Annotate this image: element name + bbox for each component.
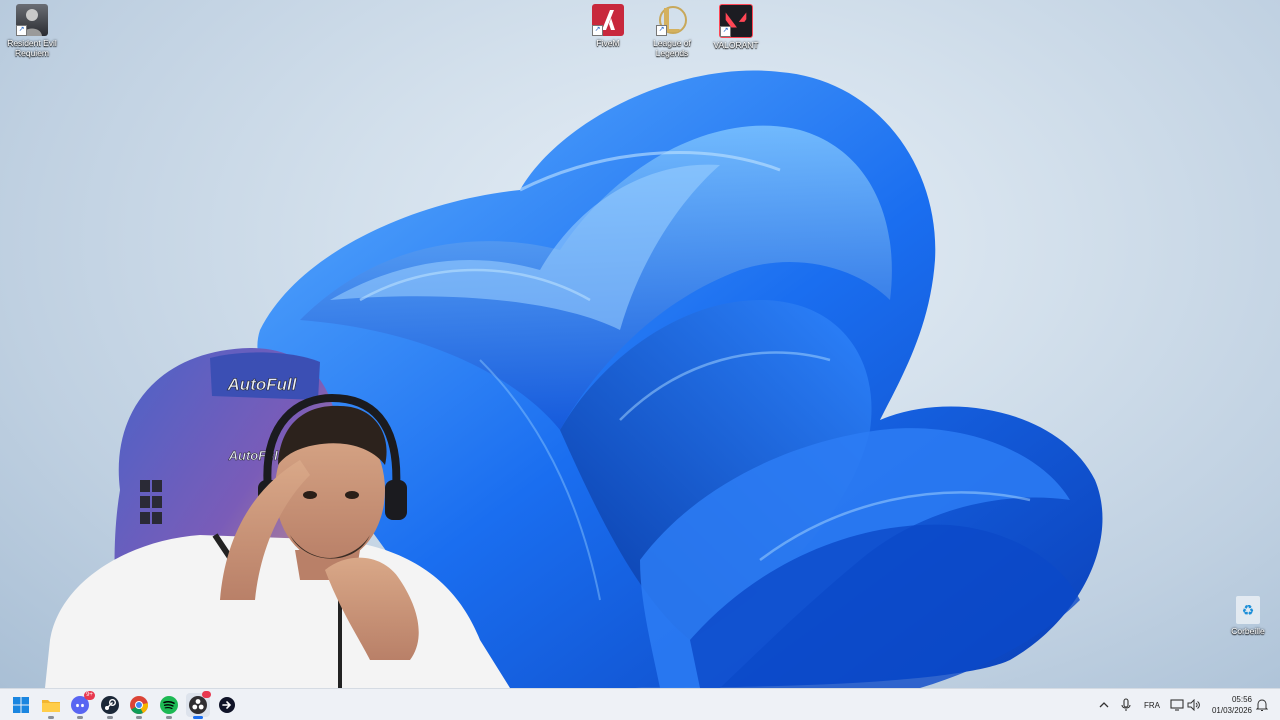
taskbar-spotify[interactable]	[157, 693, 181, 719]
tray-network[interactable]	[1170, 689, 1184, 720]
tray-overflow-button[interactable]	[1098, 689, 1110, 720]
taskbar-discord[interactable]: 9+	[68, 691, 95, 719]
clock-time: 05:56	[1231, 695, 1252, 704]
volume-icon	[1187, 699, 1200, 711]
desktop-icon-valorant[interactable]: ↗ VALORANT	[704, 4, 768, 50]
tray-language[interactable]: FRA	[1144, 689, 1160, 720]
chrome-icon	[130, 696, 148, 714]
running-indicator	[136, 716, 142, 719]
running-indicator	[107, 716, 113, 719]
running-indicator	[193, 716, 203, 719]
notification-bell-icon	[1256, 698, 1268, 711]
running-indicator	[166, 716, 172, 719]
league-of-legends-icon: ↗	[656, 4, 688, 36]
notification-badge: 9+	[84, 691, 95, 700]
clock[interactable]: 05:56 01/03/2026	[1212, 694, 1252, 716]
desktop-icon-label: Corbeille	[1231, 626, 1265, 636]
taskbar-file-explorer[interactable]	[39, 693, 63, 719]
windows-start-icon	[13, 697, 29, 713]
desktop-icon-league-of-legends[interactable]: ↗ League of Legends	[640, 4, 704, 58]
taskbar-chrome[interactable]	[127, 693, 151, 719]
chair-logo-text: AutoFull	[227, 375, 298, 394]
steam-icon	[101, 696, 119, 714]
taskbar-obs[interactable]	[186, 691, 211, 719]
tray-notifications[interactable]	[1256, 689, 1268, 720]
desktop-icon-fivem[interactable]: ↗ FiveM	[576, 4, 640, 48]
tray-volume[interactable]	[1187, 689, 1201, 720]
arrow-app-icon	[219, 697, 235, 713]
taskbar: 9+ FRA 05:56 01/03/2026	[0, 688, 1280, 720]
running-indicator	[48, 716, 54, 719]
obs-icon	[189, 696, 207, 714]
network-icon	[1170, 699, 1184, 711]
clock-date: 01/03/2026	[1211, 706, 1252, 715]
desktop-icon-recycle-bin[interactable]: ♻ Corbeille	[1216, 596, 1280, 636]
webcam-overlay: AutoFull AutoFull	[45, 348, 510, 688]
running-indicator	[77, 716, 83, 719]
valorant-icon: ↗	[719, 4, 753, 38]
file-explorer-icon	[42, 700, 60, 712]
desktop-icon-label: Resident Evil Requiem	[7, 38, 57, 58]
recycle-bin-icon: ♻	[1236, 596, 1260, 624]
desktop: ↗ Resident Evil Requiem ↗ FiveM ↗ League…	[0, 0, 1280, 688]
spotify-icon	[160, 696, 178, 714]
chevron-up-icon	[1099, 702, 1109, 708]
desktop-icon-label: VALORANT	[713, 40, 759, 50]
taskbar-arrow-app[interactable]	[215, 693, 239, 717]
taskbar-steam[interactable]	[98, 693, 122, 719]
resident-evil-icon: ↗	[16, 4, 48, 36]
language-indicator: FRA	[1144, 700, 1160, 710]
microphone-icon	[1121, 698, 1131, 711]
desktop-icon-resident-evil-requiem[interactable]: ↗ Resident Evil Requiem	[0, 4, 64, 58]
recording-dot	[202, 691, 211, 698]
fivem-icon: ↗	[592, 4, 624, 36]
svg-text:♻: ♻	[1242, 603, 1255, 619]
desktop-icon-label: FiveM	[596, 38, 620, 48]
start-button[interactable]	[9, 693, 33, 717]
desktop-icon-label: League of Legends	[653, 38, 691, 58]
tray-microphone[interactable]	[1120, 689, 1132, 720]
